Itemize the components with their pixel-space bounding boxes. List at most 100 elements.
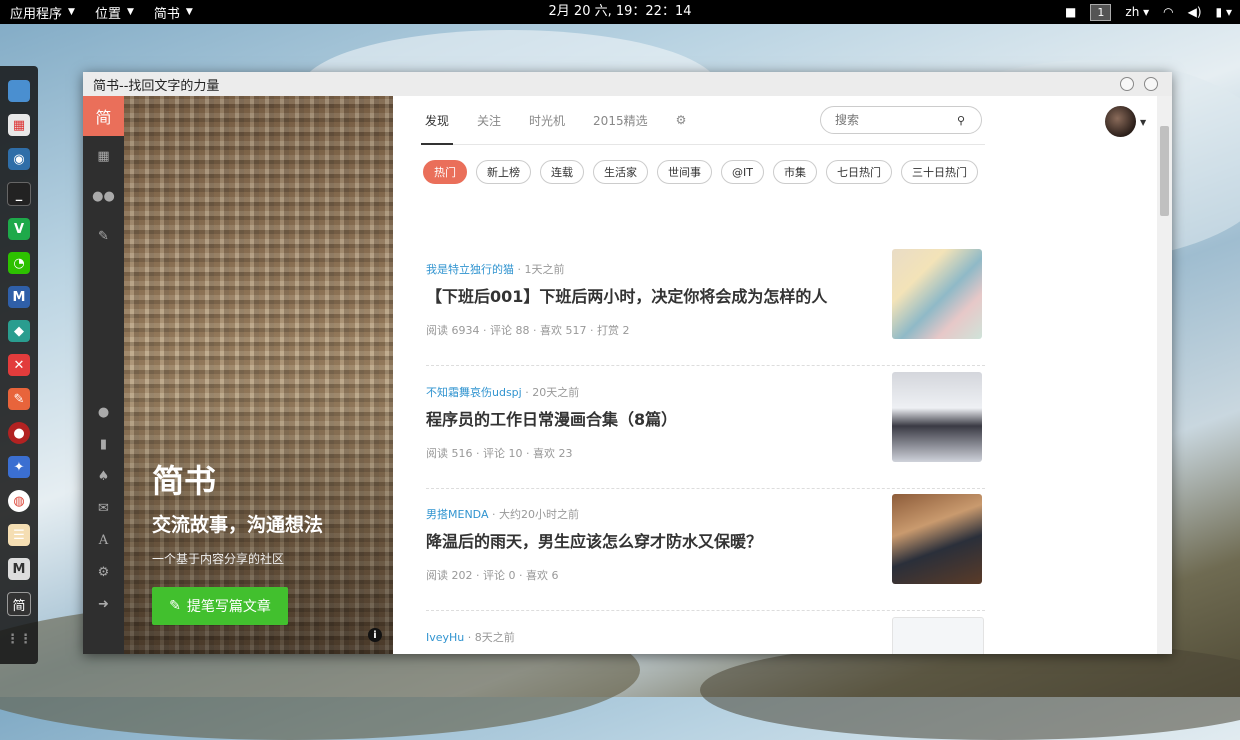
hero-subtitle: 一个基于内容分享的社区 <box>152 552 285 566</box>
dock: ▦ ◉ _ V ◔ M ◆ ✕ ✎ ● ✦ ◍ ☰ M 简 ⋮⋮ <box>0 66 38 664</box>
paint-app-icon[interactable]: ✦ <box>8 456 30 478</box>
search-icon[interactable]: ⚲ <box>957 114 965 127</box>
article-meta: 不知霜舞哀伤udspj · 20天之前 <box>426 386 580 399</box>
article-stats: 阅读 6934 · 评论 88 · 喜欢 517 · 打赏 2 <box>426 324 630 337</box>
category-hot[interactable]: 热门 <box>423 160 467 184</box>
article-author[interactable]: 我是特立独行的猫 <box>426 263 514 276</box>
article-stats: 阅读 516 · 评论 10 · 喜欢 23 <box>426 447 573 460</box>
left-nav: 简 ▦ ●● ✎ ● ▮ ♠ ✉ A ⚙ ➜ <box>83 96 124 654</box>
app-grid-icon[interactable]: ▦ <box>8 114 30 136</box>
jianshu-dock-icon[interactable]: 简 <box>7 592 31 616</box>
camera-icon[interactable]: ■ <box>1065 5 1076 19</box>
wechat-icon[interactable]: ◔ <box>8 252 30 274</box>
article-thumbnail[interactable] <box>892 249 982 339</box>
grid-icon[interactable]: ▦ <box>83 136 124 176</box>
article-time: 8天之前 <box>474 631 515 644</box>
xmind-icon[interactable]: ✕ <box>8 354 30 376</box>
search-box: ⚲ <box>820 106 982 134</box>
globe-icon[interactable]: ◉ <box>8 148 30 170</box>
category-new[interactable]: 新上榜 <box>476 160 531 184</box>
mail-app-icon[interactable]: M <box>8 286 30 308</box>
input-method[interactable]: zh ▾ <box>1125 5 1149 19</box>
feather-icon: ✎ <box>169 598 181 614</box>
write-article-button[interactable]: ✎ 提笔写篇文章 <box>152 587 288 625</box>
window-title: 简书--找回文字的力量 <box>93 78 220 94</box>
article-item: IveyHu · 8天之前 <box>426 617 985 654</box>
music-icon[interactable]: ● <box>8 422 30 444</box>
bell-icon[interactable]: ♠ <box>83 460 124 492</box>
bookmark-icon[interactable]: ▮ <box>83 428 124 460</box>
top-panel: 应用程序 ▼ 位置 ▼ 简书 ▼ 2月 20 六, 19：22：14 ■ 1 zh ▾… <box>0 0 1240 24</box>
article-item: 我是特立独行的猫 · 1天之前 【下班后001】下班后两小时，决定你将会成为怎样… <box>426 249 985 366</box>
article-thumbnail[interactable] <box>892 494 982 584</box>
tab-discover[interactable]: 发现 <box>420 96 454 145</box>
jianshu-logo[interactable]: 简 <box>83 96 124 136</box>
applications-label: 应用程序 <box>10 6 63 22</box>
article-author[interactable]: 不知霜舞哀伤udspj <box>426 386 522 399</box>
article-title[interactable]: 【下班后001】下班后两小时，决定你将会成为怎样的人 <box>426 283 827 307</box>
article-item: 不知霜舞哀伤udspj · 20天之前 程序员的工作日常漫画合集（8篇） 阅读 … <box>426 372 985 489</box>
user-icon[interactable]: ● <box>83 396 124 428</box>
window-titlebar[interactable]: 简书--找回文字的力量 <box>83 72 1172 97</box>
scrollbar-thumb[interactable] <box>1160 126 1169 216</box>
article-title[interactable]: 降温后的雨天，男生应该怎么穿才防水又保暖？ <box>426 528 762 552</box>
category-list: 热门 新上榜 连载 生活家 世间事 @IT 市集 七日热门 三十日热门 <box>423 160 983 184</box>
article-author[interactable]: IveyHu <box>426 631 464 644</box>
chevron-down-icon: ▼ <box>126 7 134 17</box>
vim-icon[interactable]: V <box>8 218 30 240</box>
gears-icon[interactable]: ⚙ <box>83 556 124 588</box>
pencil-icon[interactable]: ✎ <box>83 216 124 256</box>
category-7day[interactable]: 七日热门 <box>825 160 892 184</box>
wifi-icon[interactable]: ◠ <box>1163 5 1173 19</box>
article-stats: 阅读 202 · 评论 0 · 喜欢 6 <box>426 569 559 582</box>
places-menu[interactable]: 位置 ▼ <box>85 0 144 24</box>
wallpaper-ground <box>700 640 1240 740</box>
article-time: 大约20小时之前 <box>498 508 579 521</box>
settings-gear-icon[interactable]: ⚙ <box>676 96 687 144</box>
mail-icon[interactable]: ✉ <box>83 492 124 524</box>
avatar[interactable] <box>1105 106 1136 137</box>
scrollbar[interactable] <box>1157 96 1172 654</box>
category-it[interactable]: @IT <box>721 160 764 184</box>
volume-icon[interactable]: ◀) <box>1188 5 1202 19</box>
applications-menu[interactable]: 应用程序 ▼ <box>0 0 85 24</box>
editor-app-icon[interactable]: ✎ <box>8 388 30 410</box>
category-30day[interactable]: 三十日热门 <box>900 160 978 184</box>
category-life[interactable]: 生活家 <box>593 160 648 184</box>
font-icon[interactable]: A <box>83 524 124 556</box>
mendeley-icon[interactable]: M <box>8 558 30 580</box>
category-world[interactable]: 世间事 <box>657 160 712 184</box>
active-app-menu[interactable]: 简书 ▼ <box>144 0 203 24</box>
article-thumbnail[interactable] <box>892 617 984 654</box>
caret-down-icon[interactable]: ▼ <box>1140 118 1146 127</box>
notes-icon[interactable]: ☰ <box>8 524 30 546</box>
article-title[interactable]: 程序员的工作日常漫画合集（8篇） <box>426 406 677 430</box>
main-content: 发现 关注 时光机 2015精选 ⚙ ⚲ ▼ 热门 新上榜 连载 生活家 世间事… <box>393 96 1172 654</box>
category-serial[interactable]: 连载 <box>540 160 584 184</box>
system-tray: ■ 1 zh ▾ ◠ ◀) ▮ ▾ <box>1065 0 1232 24</box>
search-input[interactable] <box>833 112 957 128</box>
chrome-icon[interactable]: ◍ <box>8 490 30 512</box>
battery-icon[interactable]: ▮ ▾ <box>1216 5 1232 19</box>
minimize-button[interactable] <box>1120 77 1134 91</box>
article-thumbnail[interactable] <box>892 372 982 462</box>
close-button[interactable] <box>1144 77 1158 91</box>
article-author[interactable]: 男搭MENDA <box>426 508 488 521</box>
category-market[interactable]: 市集 <box>772 160 817 184</box>
hero-panel: 简书 交流故事，沟通想法 一个基于内容分享的社区 ✎ 提笔写篇文章 i <box>124 96 393 654</box>
workspace-indicator[interactable]: 1 <box>1090 3 1112 21</box>
tab-time-machine[interactable]: 时光机 <box>529 96 565 144</box>
anime-app-icon[interactable]: ◆ <box>8 320 30 342</box>
sign-out-icon[interactable]: ➜ <box>83 588 124 620</box>
info-icon[interactable]: i <box>368 628 382 642</box>
article-item: 男搭MENDA · 大约20小时之前 降温后的雨天，男生应该怎么穿才防水又保暖？… <box>426 494 985 611</box>
tab-follow[interactable]: 关注 <box>477 96 501 144</box>
write-article-label: 提笔写篇文章 <box>186 599 271 615</box>
tab-2015-picks[interactable]: 2015精选 <box>593 96 648 144</box>
show-apps-icon[interactable]: ⋮⋮ <box>6 628 32 650</box>
files-icon[interactable] <box>8 80 30 102</box>
terminal-icon[interactable]: _ <box>7 182 31 206</box>
users-icon[interactable]: ●● <box>83 176 124 216</box>
hero-shade <box>124 96 393 654</box>
